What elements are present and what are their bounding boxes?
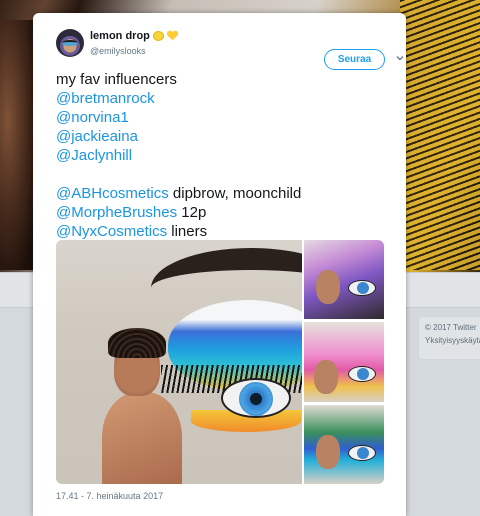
avatar-eye-image xyxy=(62,40,78,46)
mention-link[interactable]: @norvina1 xyxy=(56,109,129,126)
lemon-emoji-icon xyxy=(152,31,164,41)
mention-link[interactable]: @ABHcosmetics xyxy=(56,185,169,202)
iris-image xyxy=(239,382,273,416)
follow-button[interactable]: Seuraa xyxy=(324,49,385,70)
display-name-row[interactable]: lemon drop xyxy=(90,30,178,42)
eye-image xyxy=(221,378,291,418)
thumb-figure-image xyxy=(314,360,338,394)
media-photo-thumb-2[interactable] xyxy=(304,322,384,402)
tweet-header: lemon drop @emilyslooks Seuraa xyxy=(56,28,404,70)
user-handle[interactable]: @emilyslooks xyxy=(90,46,146,56)
media-photo-thumb-1[interactable] xyxy=(304,240,384,319)
tweet-modal: lemon drop @emilyslooks Seuraa my fav in… xyxy=(33,13,406,516)
mention-link[interactable]: @jackieaina xyxy=(56,128,138,145)
tweet-text-line: @jackieaina xyxy=(56,127,396,146)
figure-body-image xyxy=(102,392,182,484)
tweet-text-line: @NyxCosmetics liners xyxy=(56,222,396,241)
yellow-heart-emoji-icon xyxy=(167,31,178,41)
mention-link[interactable]: @bretmanrock xyxy=(56,90,155,107)
tweet-text-line: @norvina1 xyxy=(56,108,396,127)
tweet-text-segment: 12p xyxy=(177,204,207,221)
avatar[interactable] xyxy=(56,29,84,57)
thumb-figure-image xyxy=(316,270,340,304)
mention-link[interactable]: @MorpheBrushes xyxy=(56,204,177,221)
tweet-text: my fav influencers @bretmanrock @norvina… xyxy=(56,70,396,241)
tweet-text-line: @bretmanrock xyxy=(56,89,396,108)
display-name[interactable]: lemon drop xyxy=(90,30,150,42)
tweet-timestamp[interactable]: 17.41 - 7. heinäkuuta 2017 xyxy=(56,491,163,501)
mention-link[interactable]: @NyxCosmetics xyxy=(56,223,167,240)
mention-link[interactable]: @Jaclynhill xyxy=(56,147,132,164)
tweet-text-line: @Jaclynhill xyxy=(56,146,396,165)
thumb-eye-image xyxy=(348,280,376,296)
media-photo-main[interactable] xyxy=(56,240,302,484)
thumb-eye-image xyxy=(348,366,376,382)
media-photo-thumb-3[interactable] xyxy=(304,405,384,484)
figure-hair-image xyxy=(108,328,166,358)
tweet-text-segment: dipbrow, moonchild xyxy=(168,185,302,202)
thumb-figure-image xyxy=(316,435,340,469)
tweet-text-segment: my fav influencers xyxy=(56,71,177,88)
tweet-media-grid xyxy=(56,240,384,498)
tweet-text-segment: liners xyxy=(167,223,208,240)
thumb-eye-image xyxy=(348,445,376,461)
chevron-down-icon[interactable] xyxy=(395,53,405,63)
tweet-text-line: @ABHcosmetics dipbrow, moonchild xyxy=(56,184,396,203)
tweet-text-line: @MorpheBrushes 12p xyxy=(56,203,396,222)
tweet-text-line: my fav influencers xyxy=(56,70,396,89)
